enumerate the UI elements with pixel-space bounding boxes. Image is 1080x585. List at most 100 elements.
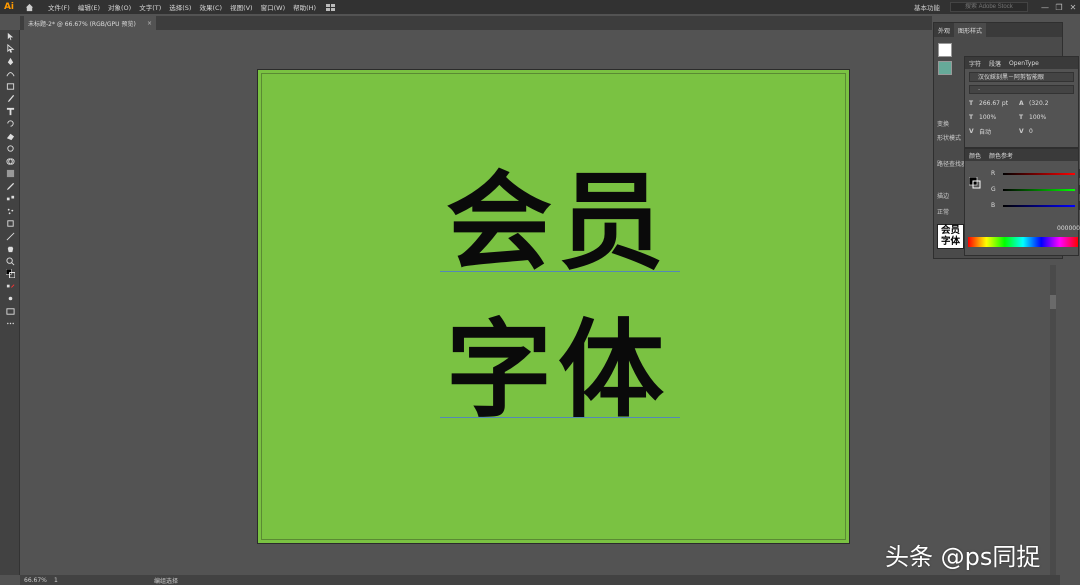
headline-line-1[interactable]: 会员 <box>446 170 670 276</box>
graphic-style-swatch[interactable] <box>938 61 952 75</box>
tab-graphic-styles[interactable]: 图形样式 <box>954 23 987 37</box>
vertical-scale-field[interactable]: 100% <box>979 114 1019 121</box>
scrollbar-thumb[interactable] <box>1050 295 1056 309</box>
stock-search-input[interactable] <box>950 2 1028 12</box>
menu-window[interactable]: 窗口(W) <box>257 2 290 12</box>
text-baseline-1 <box>440 271 680 272</box>
artboard[interactable]: 会员 字体 <box>257 69 850 544</box>
menu-file[interactable]: 文件(F) <box>44 2 74 12</box>
tracking-field[interactable]: 0 <box>1029 128 1033 135</box>
rectangle-tool-icon[interactable] <box>0 80 20 93</box>
artboard-number-field[interactable]: 1 <box>54 577 94 584</box>
pen-tool-icon[interactable] <box>0 55 20 68</box>
vertical-scrollbar[interactable] <box>1050 265 1056 575</box>
artboard-tool-icon[interactable] <box>0 218 20 231</box>
slice-tool-icon[interactable] <box>0 230 20 243</box>
paintbrush-tool-icon[interactable] <box>0 93 20 106</box>
blend-tool-icon[interactable] <box>0 193 20 206</box>
type-tool-icon[interactable] <box>0 105 20 118</box>
artboard-bleed-guide <box>261 73 846 540</box>
menu-edit[interactable]: 编辑(E) <box>74 2 104 12</box>
document-tab-title: 未标题-2* @ 66.67% (RGB/GPU 预览) <box>28 20 136 28</box>
home-icon[interactable] <box>22 0 36 14</box>
text-baseline-2 <box>440 417 680 418</box>
leading-field[interactable]: (320.2 <box>1029 100 1049 107</box>
color-spectrum-bar[interactable] <box>968 237 1078 247</box>
blend-mode-value[interactable]: 正常 <box>937 207 949 216</box>
menu-view[interactable]: 视图(V) <box>226 2 257 12</box>
horizontal-scale-icon: T <box>1019 114 1024 121</box>
watermark: 头条 @ps同捉 <box>885 543 1041 571</box>
status-bar: 66.67% 1 编组选择 <box>20 575 1060 585</box>
transform-label[interactable]: 变换 <box>937 119 949 128</box>
restore-button[interactable]: ❐ <box>1052 3 1066 12</box>
app-logo: Ai <box>3 2 15 12</box>
shape-builder-tool-icon[interactable] <box>0 155 20 168</box>
menu-object[interactable]: 对象(O) <box>104 2 135 12</box>
vertical-scale-icon: T <box>969 114 974 121</box>
fill-stroke-icon[interactable] <box>0 268 20 281</box>
close-tab-icon[interactable]: × <box>147 20 152 27</box>
blue-slider-row: B 0 <box>985 199 1080 215</box>
zoom-level-field[interactable]: 66.67% <box>20 577 54 584</box>
stroke-label[interactable]: 描边 <box>937 191 949 200</box>
menu-bar: Ai 文件(F) 编辑(E) 对象(O) 文字(T) 选择(S) 效果(C) 视… <box>0 0 1080 14</box>
eyedropper-tool-icon[interactable] <box>0 180 20 193</box>
blue-channel-label: B <box>991 202 996 209</box>
menu-type[interactable]: 文字(T) <box>135 2 165 12</box>
minimize-button[interactable]: — <box>1038 3 1052 12</box>
arrange-documents-icon[interactable] <box>326 3 340 11</box>
hand-tool-icon[interactable] <box>0 243 20 256</box>
fill-stroke-swatch-icon[interactable] <box>968 176 981 189</box>
headline-line-2[interactable]: 字体 <box>446 318 670 424</box>
green-slider-row: G 0 <box>985 183 1080 199</box>
tab-character[interactable]: 字符 <box>965 59 985 68</box>
screen-mode-icon[interactable] <box>0 305 20 318</box>
gradient-tool-icon[interactable] <box>0 168 20 181</box>
font-size-field[interactable]: 266.67 pt <box>979 100 1019 107</box>
kerning-icon: V <box>969 128 974 135</box>
zoom-tool-icon[interactable] <box>0 255 20 268</box>
red-channel-label: R <box>991 170 996 177</box>
red-slider[interactable] <box>1003 173 1075 175</box>
color-mode-icon[interactable] <box>0 280 20 293</box>
workspace-switcher[interactable]: 基本功能 <box>914 2 940 12</box>
shape-mode-label: 形状模式 <box>937 135 962 142</box>
red-slider-row: R 0 <box>985 167 1080 183</box>
selection-tool-icon[interactable] <box>0 30 20 43</box>
close-window-button[interactable]: ✕ <box>1066 3 1080 12</box>
horizontal-scale-field[interactable]: 100% <box>1029 114 1046 121</box>
menu-effect[interactable]: 效果(C) <box>195 2 226 12</box>
rotate-tool-icon[interactable] <box>0 118 20 131</box>
tab-color-guide[interactable]: 颜色参考 <box>985 151 1017 160</box>
tracking-icon: V <box>1019 128 1024 135</box>
eraser-tool-icon[interactable] <box>0 130 20 143</box>
tab-paragraph[interactable]: 段落 <box>985 59 1005 68</box>
tab-color[interactable]: 颜色 <box>965 151 985 160</box>
draw-mode-icon[interactable] <box>0 293 20 306</box>
tab-appearance[interactable]: 外观 <box>934 26 954 35</box>
warp-tool-icon[interactable] <box>0 143 20 156</box>
document-tab[interactable]: 未标题-2* @ 66.67% (RGB/GPU 预览) × <box>24 16 156 30</box>
green-channel-label: G <box>991 186 996 193</box>
kerning-field[interactable]: 自动 <box>979 127 1019 136</box>
tools-panel <box>0 30 20 575</box>
menu-help[interactable]: 帮助(H) <box>289 2 320 12</box>
character-panel: 字符 段落 OpenType 汉仪綵刻黑－阿剪智能眼 - T 266.67 pt… <box>964 56 1079 148</box>
curvature-tool-icon[interactable] <box>0 68 20 81</box>
direct-selection-tool-icon[interactable] <box>0 43 20 56</box>
graphic-style-swatch[interactable] <box>938 43 952 57</box>
blue-slider[interactable] <box>1003 205 1075 207</box>
main-menu: 文件(F) 编辑(E) 对象(O) 文字(T) 选择(S) 效果(C) 视图(V… <box>44 2 320 12</box>
hex-value-field[interactable]: 000000 <box>1057 225 1080 232</box>
menu-select[interactable]: 选择(S) <box>165 2 195 12</box>
tab-opentype[interactable]: OpenType <box>1005 60 1043 67</box>
green-slider[interactable] <box>1003 189 1075 191</box>
current-tool-status[interactable]: 编组选择 <box>154 576 178 585</box>
pathfinder-label: 路径查找器 <box>937 161 968 168</box>
font-family-field[interactable]: 汉仪綵刻黑－阿剪智能眼 <box>969 72 1074 82</box>
more-tools-icon[interactable] <box>0 318 20 331</box>
font-style-field[interactable]: - <box>969 85 1074 94</box>
symbol-sprayer-tool-icon[interactable] <box>0 205 20 218</box>
document-tab-bar: 未标题-2* @ 66.67% (RGB/GPU 预览) × <box>20 16 932 30</box>
